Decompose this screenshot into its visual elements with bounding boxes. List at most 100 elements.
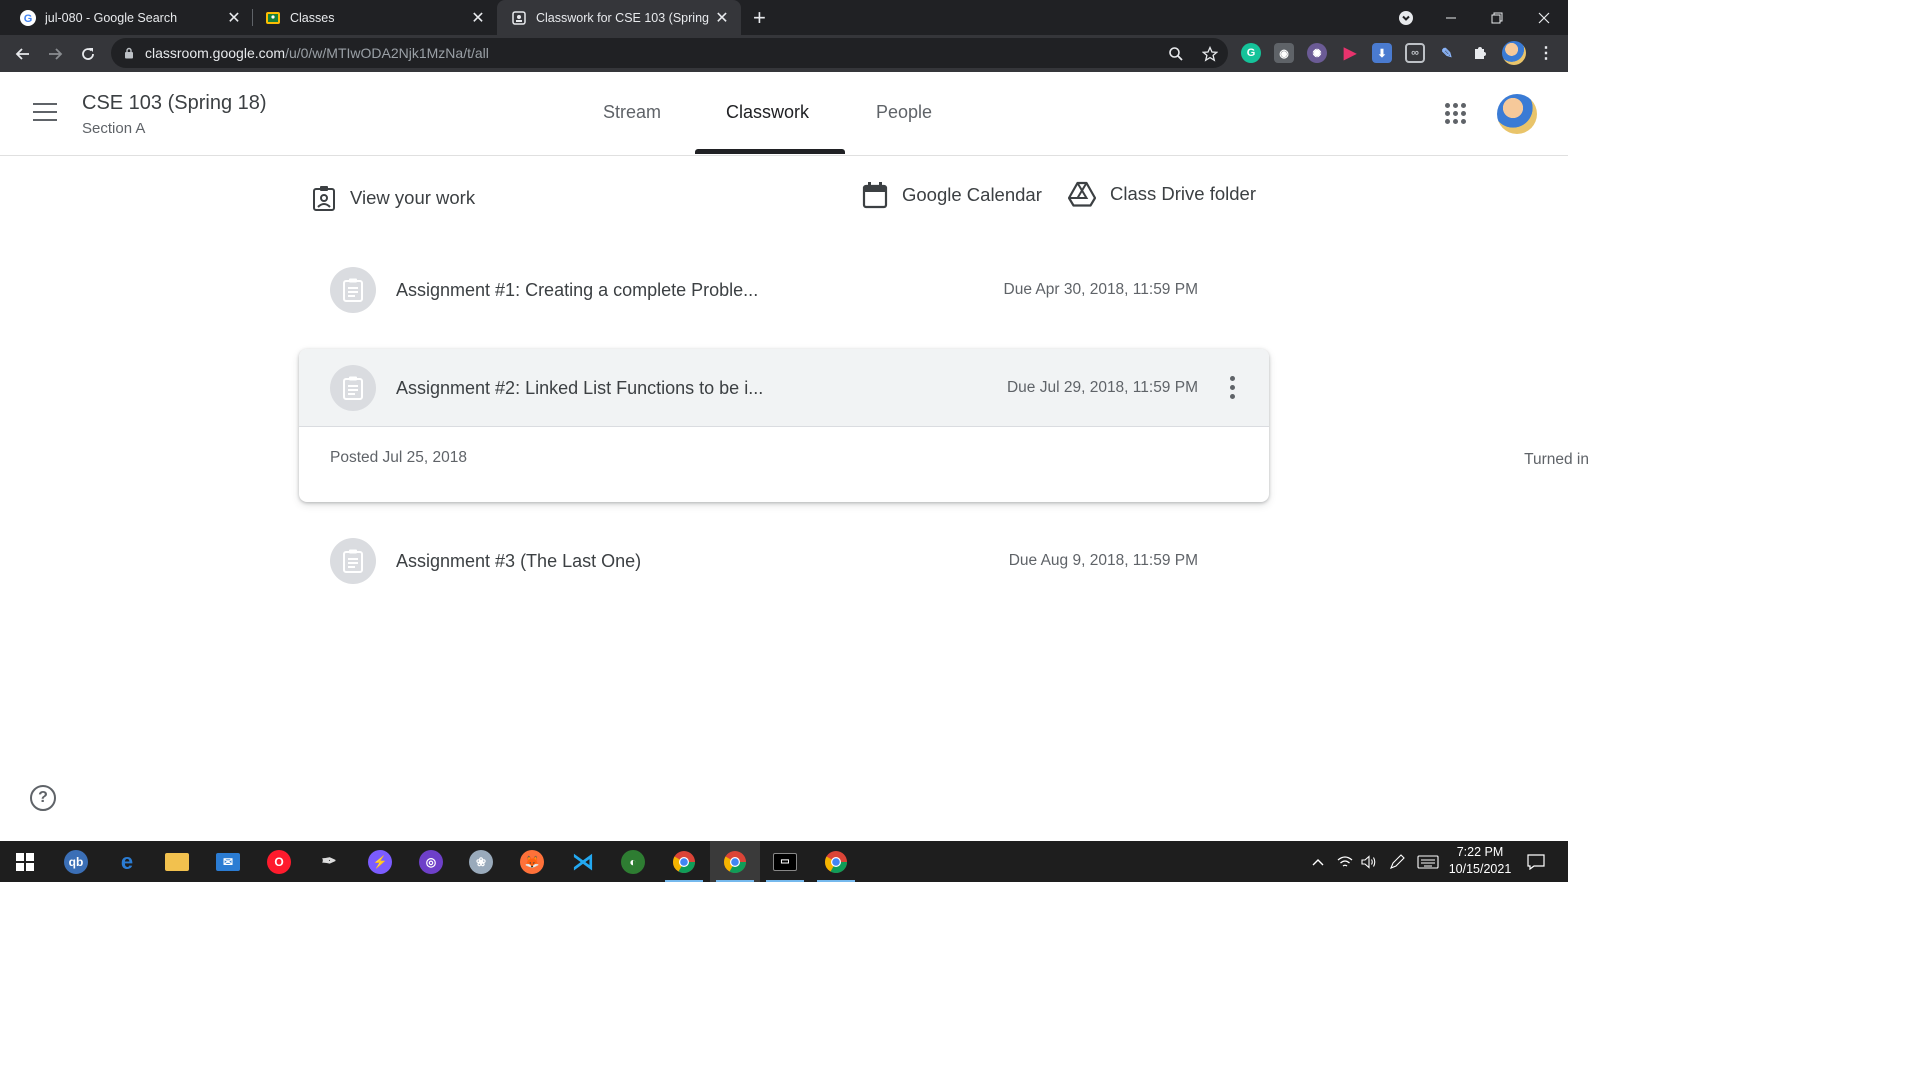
new-tab-button[interactable]: + [753,5,766,31]
close-tab-icon[interactable]: ✕ [469,8,487,28]
url-path: /u/0/w/MTIwODA2Njk1MzNa/t/all [285,45,489,61]
classroom-header: CSE 103 (Spring 18) Section A Stream Cla… [0,72,1568,156]
class-title[interactable]: CSE 103 (Spring 18) [82,92,267,115]
edge-icon[interactable]: e [102,841,152,882]
browser-toolbar: classroom.google.com/u/0/w/MTIwODA2Njk1M… [0,35,1568,72]
close-tab-icon[interactable]: ✕ [225,8,243,28]
paint-icon[interactable]: ❀ [456,841,506,882]
profile-avatar-icon[interactable] [1502,41,1526,65]
google-apps-grid-icon[interactable] [1445,103,1467,125]
tab-people[interactable]: People [876,102,932,123]
pen-input-icon[interactable] [1386,841,1408,882]
class-section: Section A [82,120,146,137]
google-g-icon: G [20,9,36,26]
tab-stream[interactable]: Stream [603,102,661,123]
minimize-window-icon[interactable] [1436,0,1466,35]
google-calendar-label: Google Calendar [902,184,1042,205]
browser-tab-classwork[interactable]: Classwork for CSE 103 (Spring 18 ✕ [497,0,741,35]
windows-taskbar: qb e ✉ O ✒ ⚡ ◎ ❀ 🦊 ⋊ ◐ ▭ 7:22 PM 10/15/2… [0,841,1568,882]
play-extension-icon[interactable]: ▶ [1340,43,1360,63]
assignment-due-date: Due Jul 29, 2018, 11:59 PM [1006,379,1198,396]
download-extension-icon[interactable]: ⬇ [1372,43,1392,63]
terminal-icon[interactable]: ▭ [760,841,810,882]
assignment-due-date: Due Aug 9, 2018, 11:59 PM [1008,552,1198,569]
pattern-extension-icon[interactable]: ✺ [1307,43,1327,63]
volume-icon[interactable] [1358,841,1380,882]
tab-classwork[interactable]: Classwork [726,102,809,123]
chrome-profile-3-icon[interactable] [811,841,861,882]
view-your-work-link[interactable]: View your work [312,185,475,211]
loop-extension-icon[interactable]: ∞ [1405,43,1425,63]
more-options-icon[interactable] [1230,376,1236,400]
tab-title: jul-080 - Google Search [45,10,178,25]
restore-window-icon[interactable] [1482,0,1512,35]
assignment-row[interactable]: Assignment #2: Linked List Functions to … [330,365,1198,411]
qb-app-icon[interactable]: qb [51,841,101,882]
firefox-icon[interactable]: 🦊 [507,841,557,882]
main-menu-icon[interactable] [33,103,59,123]
windows-start-icon[interactable] [0,841,50,882]
url-host: classroom.google.com [145,45,286,61]
clock-date: 10/15/2021 [1448,862,1512,876]
tab-title: Classes [290,10,335,25]
reload-icon[interactable] [73,35,103,72]
messenger-icon[interactable]: ⚡ [355,841,405,882]
browser-tab-classes[interactable]: Classes ✕ [245,0,497,35]
assignment-icon [330,538,376,584]
file-explorer-icon[interactable] [152,841,202,882]
notification-center-icon[interactable] [1522,841,1550,882]
github-desktop-icon[interactable]: ◎ [406,841,456,882]
bookmark-star-icon[interactable] [1201,45,1219,63]
assignment-due-date: Due Apr 30, 2018, 11:59 PM [1003,281,1198,298]
tab-title: Classwork for CSE 103 (Spring 18 [536,10,713,25]
calendar-icon [862,182,888,209]
posted-date: Posted Jul 25, 2018 [330,449,468,466]
active-tab-indicator [695,149,845,154]
view-your-work-label: View your work [350,187,476,208]
touch-keyboard-icon[interactable] [1414,841,1442,882]
browser-menu-kebab-icon[interactable]: ⋮ [1536,43,1556,63]
browser-tab-strip: G jul-080 - Google Search ✕ Classes ✕ Cl… [0,0,1568,35]
assignment-title: Assignment #3 (The Last One) [396,550,642,571]
svg-text:G: G [24,13,33,25]
assignment-icon [330,365,376,411]
tab-search-icon[interactable] [1392,0,1420,35]
tray-chevron-up-icon[interactable] [1308,841,1328,882]
assignment-row[interactable]: Assignment #3 (The Last One) Due Aug 9, … [330,538,1198,584]
lock-icon [125,47,133,59]
grammarly-extension-icon[interactable]: G [1241,43,1261,63]
classwork-icon [511,10,527,26]
forward-arrow-icon[interactable] [40,35,70,72]
google-drive-icon [1068,181,1096,207]
vscode-icon[interactable]: ⋊ [558,841,608,882]
close-window-icon[interactable] [1528,0,1560,35]
class-drive-folder-label: Class Drive folder [1110,183,1256,204]
back-arrow-icon[interactable] [8,35,38,72]
address-bar[interactable]: classroom.google.com/u/0/w/MTIwODA2Njk1M… [111,38,1228,68]
chrome-profile-2-icon[interactable] [710,841,760,882]
chrome-profile-1-icon[interactable] [659,841,709,882]
account-avatar[interactable] [1497,94,1537,134]
camera-extension-icon[interactable]: ◉ [1274,43,1294,63]
inkscape-icon[interactable]: ✒ [304,841,354,882]
mail-icon[interactable]: ✉ [203,841,253,882]
close-tab-icon[interactable]: ✕ [713,8,731,28]
browser-tab-google-search[interactable]: G jul-080 - Google Search ✕ [0,0,253,35]
assignment-title: Assignment #1: Creating a complete Probl… [396,279,759,300]
clock-time: 7:22 PM [1456,845,1504,859]
extensions-puzzle-icon[interactable] [1470,43,1490,63]
assignment-icon [330,267,376,313]
zoom-icon[interactable] [1167,45,1185,63]
assignment-row[interactable]: Assignment #1: Creating a complete Probl… [330,267,1198,313]
help-icon[interactable]: ? [30,785,56,811]
status-badge: Turned in [1524,451,1589,468]
class-drive-folder-link[interactable]: Class Drive folder [1068,181,1256,207]
google-calendar-link[interactable]: Google Calendar [862,181,1042,209]
assignment-ind-icon [313,186,335,211]
wifi-icon[interactable] [1334,841,1356,882]
pen-extension-icon[interactable]: ✎ [1437,43,1457,63]
classroom-icon [265,10,281,26]
system-clock[interactable]: 7:22 PM 10/15/2021 [1440,844,1520,878]
photos-app-icon[interactable]: ◐ [608,841,658,882]
opera-icon[interactable]: O [254,841,304,882]
